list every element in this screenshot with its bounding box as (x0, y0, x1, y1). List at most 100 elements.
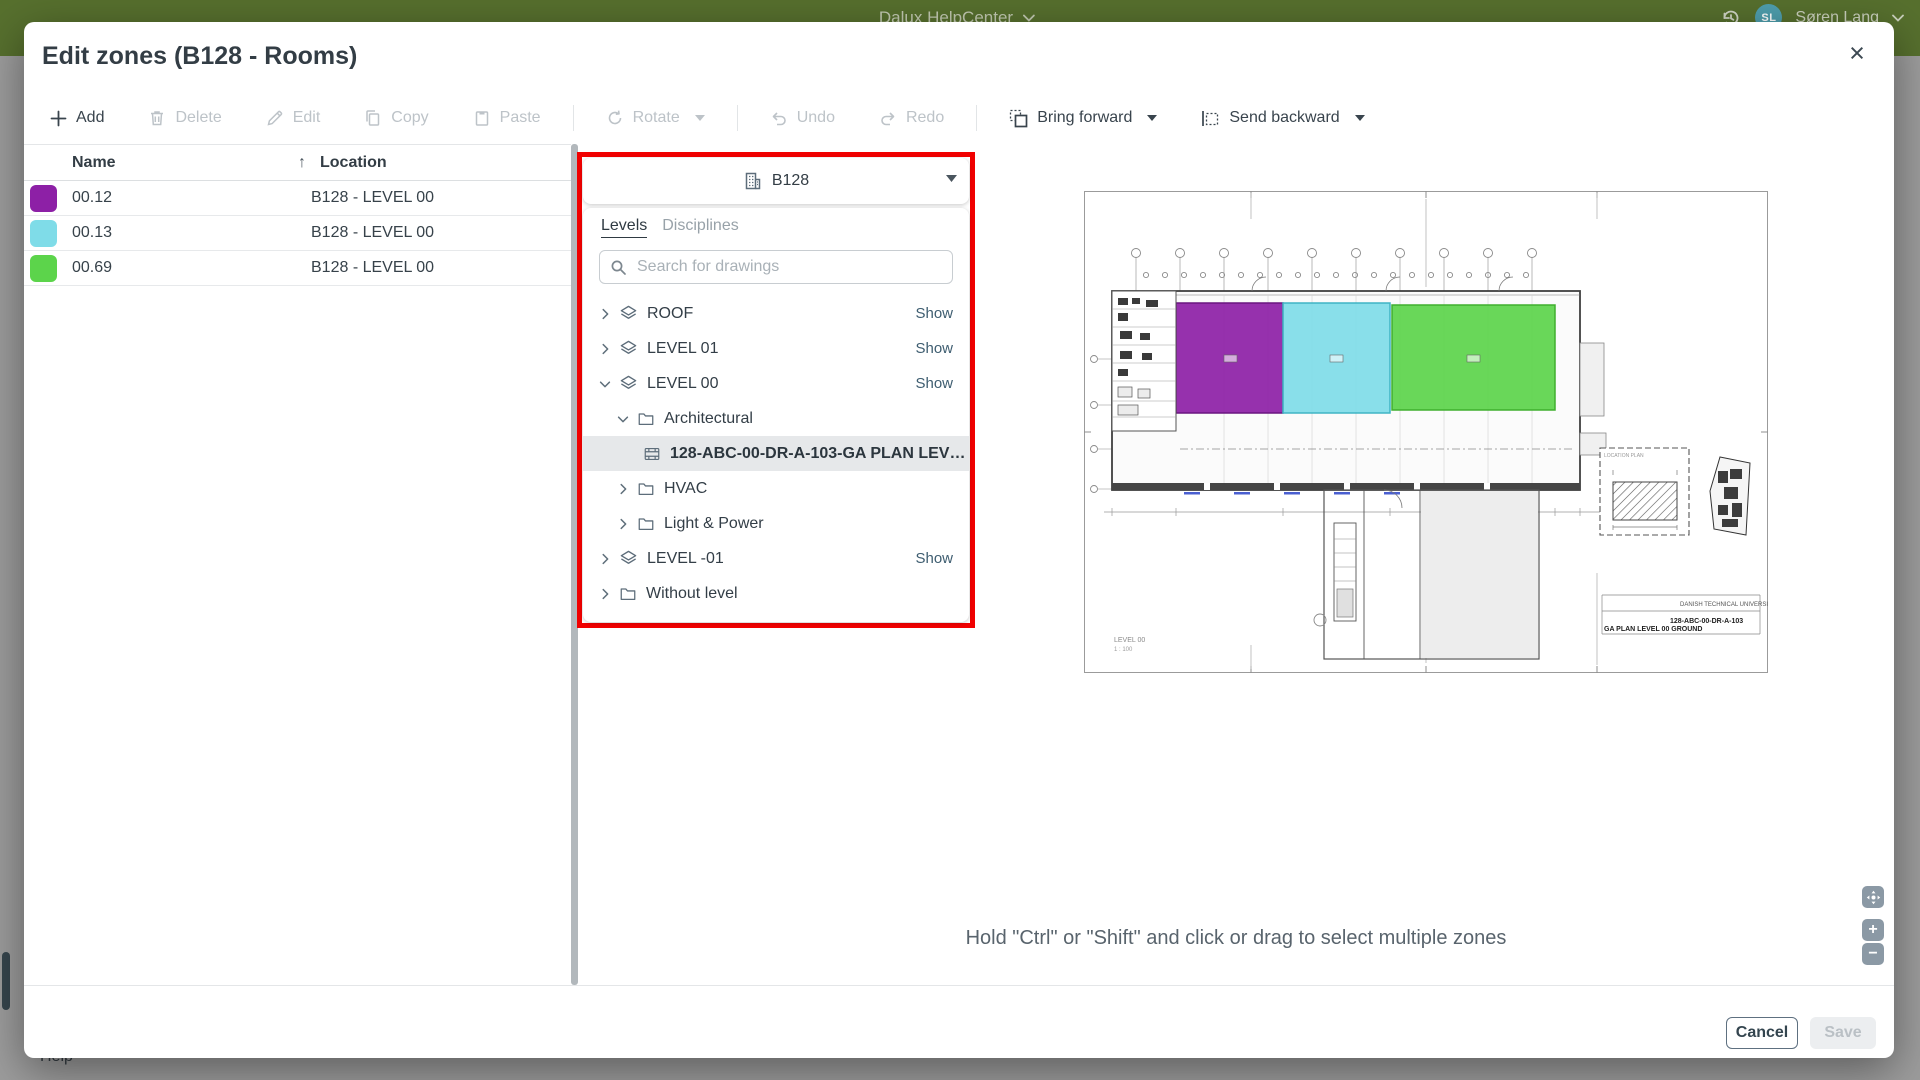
tree-item-without-level[interactable]: Without level (583, 576, 969, 611)
table-row[interactable]: 00.69 B128 - LEVEL 00 (24, 251, 571, 286)
dialog-title: Edit zones (B128 - Rooms) (42, 42, 357, 71)
tree-item-label: Light & Power (664, 515, 764, 533)
zone-name: 00.13 (72, 224, 112, 242)
tree-item-label: LEVEL 00 (647, 375, 718, 393)
tree-item-roof[interactable]: ROOFShow (583, 296, 969, 331)
table-row[interactable]: 00.12 B128 - LEVEL 00 (24, 181, 571, 216)
chevron-down-icon (946, 175, 957, 182)
show-link[interactable]: Show (915, 550, 969, 567)
tab-levels[interactable]: Levels (601, 217, 647, 238)
building-selector-value: B128 (772, 172, 809, 190)
search-icon (610, 259, 627, 276)
svg-text:DANISH TECHNICAL UNIVERSITY: DANISH TECHNICAL UNIVERSITY (1680, 602, 1768, 608)
undo-button[interactable]: Undo (770, 109, 835, 127)
show-link[interactable]: Show (915, 340, 969, 357)
pencil-icon (266, 109, 284, 127)
send-backward-button[interactable]: Send backward (1201, 109, 1364, 128)
tree-item-level-01[interactable]: LEVEL 01 Show (583, 331, 969, 366)
tree-item-label: Architectural (664, 410, 753, 428)
page-scrollbar[interactable] (2, 952, 10, 1010)
chevron-down-icon (1355, 115, 1365, 121)
tree-item-label: LEVEL 01 (647, 340, 718, 358)
show-link[interactable]: Show (915, 375, 969, 392)
screen: Dalux HelpCenter SL Søren Lang Help Edit… (0, 0, 1920, 1080)
chevron-right-icon[interactable] (597, 307, 612, 321)
zone-location: B128 - LEVEL 00 (311, 189, 434, 207)
chevron-down-icon[interactable] (615, 412, 630, 426)
redo-icon (879, 109, 897, 127)
drawing-icon (643, 445, 661, 463)
zone-color-swatch (30, 255, 57, 282)
chevron-down-icon (1147, 115, 1157, 121)
plus-icon (50, 110, 67, 127)
search-input[interactable] (635, 257, 942, 277)
save-button[interactable]: Save (1810, 1017, 1876, 1049)
chevron-right-icon[interactable] (597, 342, 612, 356)
drawings-panel: Levels Disciplines ROOFShowLEVEL 01ShowL… (583, 208, 969, 622)
panel-tabs: Levels Disciplines (601, 217, 739, 238)
zoom-in-button[interactable]: + (1862, 919, 1884, 941)
building-icon (743, 171, 763, 191)
show-link[interactable]: Show (915, 305, 969, 322)
chevron-right-icon[interactable] (615, 482, 630, 496)
chevron-down-icon[interactable] (597, 377, 612, 391)
pan-icon[interactable] (1862, 886, 1884, 908)
zone-table-rows: 00.12 B128 - LEVEL 00 00.13 B128 - LEVEL… (24, 180, 571, 286)
footer-divider (24, 985, 1894, 986)
tree-item-architectural[interactable]: Architectural (583, 401, 969, 436)
zone-color-swatch (30, 185, 57, 212)
chevron-down-icon[interactable] (1892, 14, 1904, 22)
close-icon[interactable]: × (1842, 38, 1872, 68)
table-row[interactable]: 00.13 B128 - LEVEL 00 (24, 216, 571, 251)
layers-icon (619, 549, 638, 568)
chevron-right-icon[interactable] (615, 517, 630, 531)
toolbar-separator (737, 105, 738, 131)
folder-icon (637, 410, 655, 428)
building-selector[interactable]: B128 (583, 158, 969, 204)
service-core (1112, 291, 1176, 431)
tree-item-hvac[interactable]: HVAC (583, 471, 969, 506)
zoom-controls: + − (1862, 886, 1884, 965)
delete-button[interactable]: Delete (148, 109, 221, 127)
chevron-down-icon (1023, 14, 1035, 22)
edit-button[interactable]: Edit (266, 109, 321, 127)
floor-plan-viewport[interactable]: LOCATION PLAN DANISH TECHNICAL UN (1084, 191, 1768, 673)
layers-icon (619, 339, 638, 358)
redo-button[interactable]: Redo (879, 109, 944, 127)
svg-text:1 : 100: 1 : 100 (1114, 647, 1133, 653)
toolbar-divider (24, 144, 571, 145)
add-button[interactable]: Add (50, 109, 104, 127)
paste-button[interactable]: Paste (473, 109, 541, 127)
zone-table-header: Name ↑ Location (24, 150, 571, 180)
tab-disciplines[interactable]: Disciplines (662, 217, 738, 238)
drawings-tree: ROOFShow LEVEL 01 Show LEVEL 00 Show Architec… (583, 296, 969, 611)
zones[interactable] (1176, 303, 1555, 413)
svg-text:GA PLAN LEVEL 00 GROUND: GA PLAN LEVEL 00 GROUND (1604, 626, 1702, 633)
copy-icon (364, 109, 382, 127)
zone-location: B128 - LEVEL 00 (311, 259, 434, 277)
rotate-button[interactable]: Rotate (606, 109, 705, 127)
tree-item-label: LEVEL -01 (647, 550, 724, 568)
column-header-location[interactable]: Location (320, 154, 387, 172)
chevron-right-icon[interactable] (597, 552, 612, 566)
right-annexes (1580, 343, 1606, 455)
cancel-button[interactable]: Cancel (1726, 1017, 1798, 1049)
column-header-name[interactable]: Name (72, 154, 116, 172)
tree-item-light-power[interactable]: Light & Power (583, 506, 969, 541)
folder-icon (619, 585, 637, 603)
tree-item-128-abc-00-dr-a-103-ga-plan-le[interactable]: 128-ABC-00-DR-A-103-GA PLAN LEVEL … (583, 436, 969, 471)
bring-forward-button[interactable]: Bring forward (1009, 109, 1157, 128)
tree-item-level-01[interactable]: LEVEL -01 Show (583, 541, 969, 576)
copy-button[interactable]: Copy (364, 109, 428, 127)
chevron-right-icon[interactable] (597, 587, 612, 601)
zone-color-swatch (30, 220, 57, 247)
tree-item-label: Without level (646, 585, 738, 603)
floor-plan-svg[interactable]: LOCATION PLAN DANISH TECHNICAL UN (1084, 191, 1768, 673)
zoom-out-button[interactable]: − (1862, 943, 1884, 965)
send-backward-icon (1201, 109, 1220, 128)
zone-location: B128 - LEVEL 00 (311, 224, 434, 242)
toolbar: Add Delete Edit Copy Paste Rotate (50, 98, 1365, 138)
search-box (599, 250, 953, 284)
tree-item-level-00[interactable]: LEVEL 00 Show (583, 366, 969, 401)
multi-select-hint: Hold "Ctrl" or "Shift" and click or drag… (578, 927, 1894, 950)
